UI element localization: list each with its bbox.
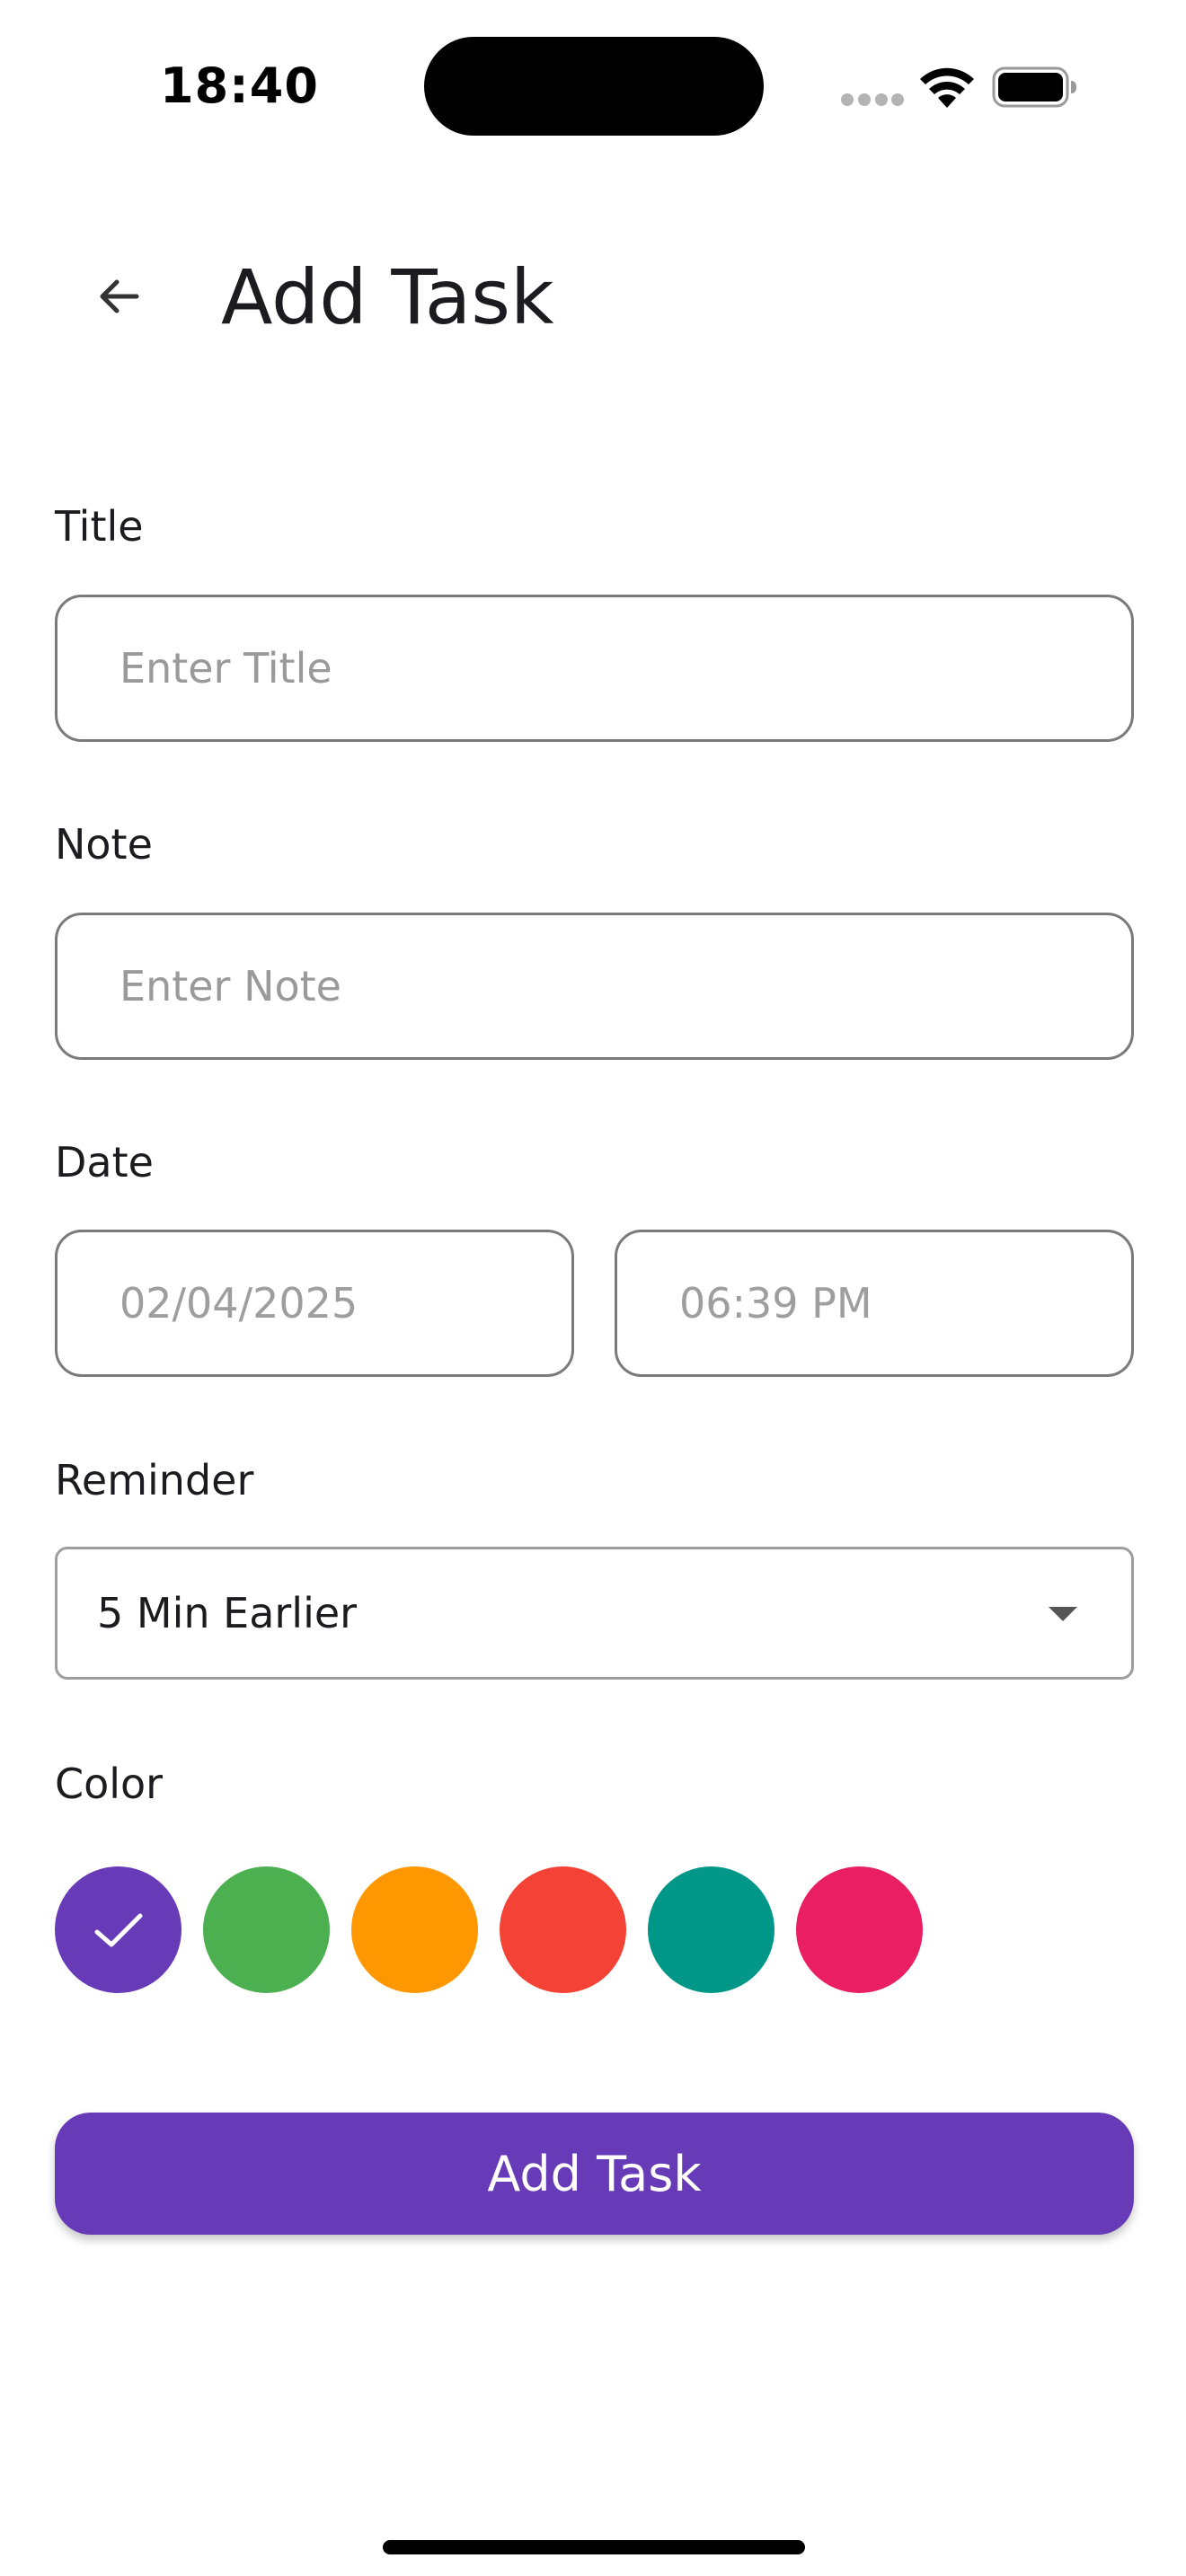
reminder-label: Reminder (55, 1456, 254, 1504)
home-indicator (383, 2540, 805, 2554)
cellular-dots-icon (841, 93, 904, 106)
arrow-left-icon (100, 279, 139, 313)
color-swatch[interactable] (55, 1866, 181, 1993)
date-field[interactable]: 02/04/2025 (55, 1230, 574, 1377)
note-label: Note (55, 820, 153, 869)
battery-icon (992, 66, 1076, 108)
color-swatch[interactable] (796, 1866, 923, 1993)
title-label: Title (55, 502, 144, 551)
time-field[interactable]: 06:39 PM (615, 1230, 1134, 1377)
color-swatch[interactable] (203, 1866, 330, 1993)
time-value: 06:39 PM (679, 1279, 872, 1328)
color-swatch[interactable] (648, 1866, 774, 1993)
wifi-icon (920, 67, 974, 108)
note-field[interactable] (55, 913, 1134, 1060)
check-icon (94, 1913, 142, 1946)
dynamic-island (424, 37, 764, 136)
page-title: Add Task (221, 253, 554, 341)
title-input[interactable] (119, 644, 1131, 693)
note-input[interactable] (119, 962, 1131, 1010)
reminder-select[interactable]: 5 Min Earlier (55, 1547, 1134, 1680)
date-value: 02/04/2025 (119, 1279, 358, 1328)
color-swatch[interactable] (500, 1866, 626, 1993)
color-swatch[interactable] (351, 1866, 478, 1993)
add-task-button[interactable]: Add Task (55, 2113, 1134, 2235)
color-label: Color (55, 1760, 164, 1808)
date-label: Date (55, 1138, 154, 1187)
caret-down-icon (1049, 1607, 1077, 1621)
status-time: 18:40 (160, 57, 319, 114)
back-button[interactable] (83, 260, 155, 332)
reminder-selected-value: 5 Min Earlier (97, 1589, 358, 1637)
title-field[interactable] (55, 595, 1134, 742)
